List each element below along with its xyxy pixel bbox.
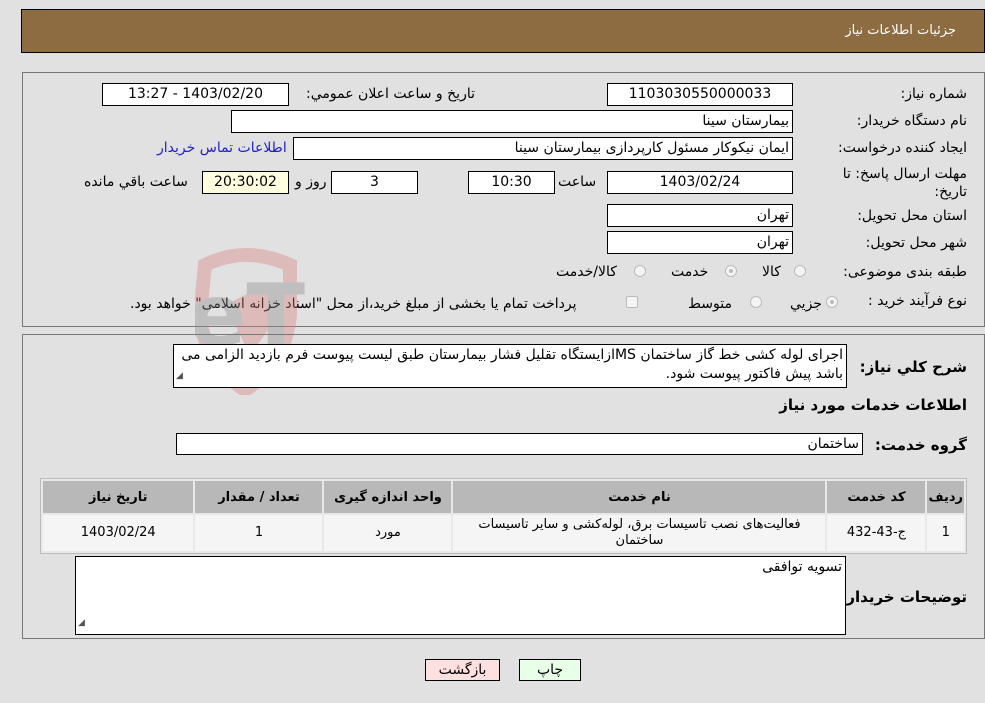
city-field[interactable]: تهران <box>607 231 793 254</box>
page-title: جزئيات اطلاعات نياز <box>845 23 956 38</box>
deadline-date-field[interactable]: 1403/02/24 <box>607 171 793 194</box>
requester-label: ایجاد کننده درخواست: <box>838 140 967 156</box>
col-unit: واحد اندازه گیری <box>324 481 452 513</box>
description-textarea[interactable]: اجرای لوله کشی خط گاز ساختمان MSازایستگا… <box>173 344 847 388</box>
province-label: استان محل تحویل: <box>857 208 967 224</box>
col-need-date: تاریخ نیاز <box>43 481 194 513</box>
requester-field[interactable]: ایمان نیکوکار مسئول کارپردازی بیمارستان … <box>293 137 793 160</box>
announce-datetime-field[interactable]: 1403/02/20 - 13:27 <box>102 83 289 106</box>
province-field[interactable]: تهران <box>607 204 793 227</box>
deadline-time-label: ساعت <box>558 174 597 190</box>
cell-need-date: 1403/02/24 <box>43 515 194 551</box>
buyer-notes-label: توضیحات خریدار: <box>840 588 967 606</box>
buyer-notes-text: تسویه توافقی <box>762 559 842 575</box>
back-button[interactable]: بازگشت <box>425 659 500 681</box>
cell-unit: مورد <box>324 515 452 551</box>
category-radio-goods-service[interactable] <box>634 265 646 277</box>
category-option-service: خدمت <box>671 264 709 280</box>
resize-grip-icon[interactable]: ◢ <box>78 614 85 633</box>
service-group-label: گروه خدمت: <box>874 436 967 454</box>
table-header-row: رديف کد خدمت نام خدمت واحد اندازه گیری ت… <box>43 481 964 513</box>
time-remaining-label: ساعت باقي مانده <box>84 174 188 190</box>
cell-service-code: ج-43-432 <box>827 515 926 551</box>
category-radio-goods[interactable] <box>794 265 806 277</box>
page-header: جزئيات اطلاعات نياز <box>21 9 985 53</box>
purchase-type-label: نوع فرآیند خرید : <box>868 293 967 309</box>
purchase-radio-medium[interactable] <box>750 296 762 308</box>
treasury-checkbox[interactable] <box>626 296 638 308</box>
cell-quantity: 1 <box>195 515 323 551</box>
cell-row-number: 1 <box>927 515 964 551</box>
need-number-field[interactable]: 1103030550000033 <box>607 83 793 106</box>
purchase-option-medium: متوسط <box>688 296 732 312</box>
purchase-radio-minor[interactable] <box>826 296 838 308</box>
services-title: اطلاعات خدمات مورد نياز <box>779 396 967 414</box>
buyer-org-label: نام دستگاه خریدار: <box>856 113 967 129</box>
deadline-label: مهلت ارسال پاسخ: تا تاریخ: <box>842 166 967 200</box>
days-remaining-field[interactable]: 3 <box>331 171 418 194</box>
category-option-goods-service: کالا/خدمت <box>556 264 617 280</box>
description-text: اجرای لوله کشی خط گاز ساختمان MSازایستگا… <box>181 347 843 382</box>
col-quantity: تعداد / مقدار <box>195 481 323 513</box>
purchase-option-minor: جزيي <box>790 296 822 312</box>
need-number-label: شماره نیاز: <box>900 86 968 102</box>
buyer-notes-textarea[interactable]: تسویه توافقی ◢ <box>75 556 846 635</box>
category-label: طبقه بندی موضوعی: <box>843 264 967 280</box>
cell-service-name: فعالیت‌های نصب تاسیسات برق، لوله‌کشی و س… <box>453 515 826 551</box>
print-button[interactable]: چاپ <box>519 659 581 681</box>
city-label: شهر محل تحویل: <box>865 235 967 251</box>
col-service-name: نام خدمت <box>453 481 826 513</box>
table-row: 1 ج-43-432 فعالیت‌های نصب تاسیسات برق، ل… <box>43 515 964 551</box>
category-radio-service[interactable] <box>725 265 737 277</box>
services-table: رديف کد خدمت نام خدمت واحد اندازه گیری ت… <box>40 478 967 554</box>
col-service-code: کد خدمت <box>827 481 926 513</box>
deadline-time-field[interactable]: 10:30 <box>468 171 555 194</box>
treasury-note: پرداخت تمام یا بخشی از مبلغ خرید،از محل … <box>130 296 577 312</box>
category-option-goods: کالا <box>762 264 781 280</box>
service-group-field[interactable]: ساختمان <box>176 433 863 455</box>
buyer-contact-link[interactable]: اطلاعات تماس خریدار <box>157 140 287 156</box>
resize-grip-icon[interactable]: ◢ <box>176 367 183 386</box>
announce-datetime-label: تاريخ و ساعت اعلان عمومي: <box>306 86 475 102</box>
days-label: روز و <box>295 174 327 190</box>
buyer-org-field[interactable]: بیمارستان سینا <box>231 110 793 133</box>
time-remaining-field: 20:30:02 <box>202 171 289 194</box>
description-label: شرح كلي نياز: <box>859 358 967 376</box>
col-row-number: رديف <box>927 481 964 513</box>
